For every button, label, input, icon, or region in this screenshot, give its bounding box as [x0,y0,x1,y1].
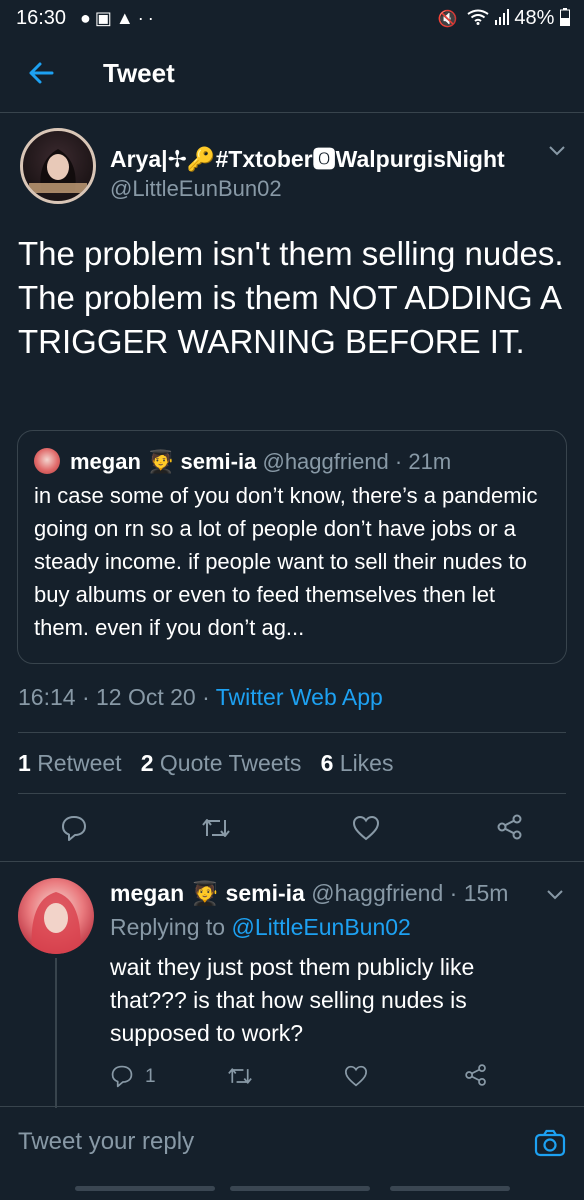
timestamp-text: 16:14 · 12 Oct 20 · [18,684,216,710]
chat-bubble-icon: ● [80,8,95,28]
author-handle[interactable]: @LittleEunBun02 [110,176,282,202]
replying-to: Replying to @LittleEunBun02 [110,914,411,941]
mute-icon: 🔇 [437,11,458,28]
replying-to-handle[interactable]: @LittleEunBun02 [231,914,410,940]
camera-icon[interactable] [534,1129,566,1157]
wifi-icon [467,9,489,25]
retweet-icon[interactable] [200,814,232,842]
quoted-author-name: megan 🧑‍🎓 semi-ia [70,449,257,474]
nav-handle-center [230,1186,370,1191]
nav-handle-right [390,1186,510,1191]
reply-chevron-down-icon[interactable] [546,888,564,906]
status-bar: 16:30 ●▣▲·· 🔇 48% [0,0,584,38]
quoted-text: in case some of you don’t know, there’s … [34,483,538,640]
alert-icon: ▲ [115,8,138,28]
share-icon[interactable] [496,813,524,841]
tweet-timestamp: 16:14 · 12 Oct 20 · Twitter Web App [18,684,383,711]
quoted-author-handle: @haggfriend [262,449,389,474]
reply-reply-icon[interactable] [110,1064,134,1088]
retweets-stat[interactable]: 1 Retweet [18,750,122,776]
reply-input[interactable]: Tweet your reply [18,1128,498,1164]
reply-author-avatar[interactable] [18,878,94,954]
quoted-author-avatar [34,448,60,474]
author-avatar[interactable] [20,128,96,204]
chevron-down-icon[interactable] [548,144,566,162]
battery-percent: 48% [514,7,555,29]
action-bar-divider [0,861,584,862]
like-icon[interactable] [352,815,380,841]
likes-stat[interactable]: 6 Likes [321,750,394,776]
reply-author-handle[interactable]: @haggfriend [311,880,443,906]
thread-line [55,958,57,1108]
reply-share-icon[interactable] [464,1063,488,1087]
bag-icon: ▣ [94,8,116,28]
quote-tweets-stat[interactable]: 2 Quote Tweets [141,750,302,776]
reply-count: 1 [145,1066,156,1087]
stats-top-divider [18,732,566,733]
reply-input-placeholder: Tweet your reply [18,1128,195,1155]
signal-icon [494,9,509,25]
nav-handle-area [0,1186,584,1192]
battery-icon [560,8,570,26]
reply-time: · 15m [449,880,509,906]
reply-text: wait they just post them publicly like t… [110,954,475,1046]
nav-handle-left [75,1186,215,1191]
tweet-text: The problem isn't them selling nudes. Th… [18,235,564,360]
header-divider [0,112,584,113]
tweet-stats: 1 Retweet 2 Quote Tweets 6 Likes [18,750,393,777]
reply-retweet-icon[interactable] [226,1064,254,1088]
back-arrow-icon[interactable] [26,58,56,88]
replying-to-label: Replying to [110,914,226,940]
reply-like-icon[interactable] [344,1065,368,1087]
status-right: 🔇 48% [438,7,570,30]
author-name[interactable]: Arya|✢🔑#Txtober🅾WalpurgisNight [110,140,505,174]
reply-header: megan 🧑‍🎓 semi-ia @haggfriend · 15m [110,880,508,907]
composer-divider [0,1106,584,1107]
quoted-time: · 21m [394,449,452,474]
reply-author-name[interactable]: megan 🧑‍🎓 semi-ia [110,880,305,906]
more-icon: ·· [137,8,158,28]
quoted-header: megan 🧑‍🎓 semi-ia @haggfriend · 21m [70,449,451,475]
source-link[interactable]: Twitter Web App [216,684,383,710]
status-notification-icons: ●▣▲·· [80,8,158,29]
stats-bottom-divider [18,793,566,794]
quoted-tweet[interactable]: megan 🧑‍🎓 semi-ia @haggfriend · 21m in c… [17,430,567,664]
reply-icon[interactable] [60,814,88,842]
page-title: Tweet [103,58,175,88]
status-time: 16:30 [16,7,67,29]
